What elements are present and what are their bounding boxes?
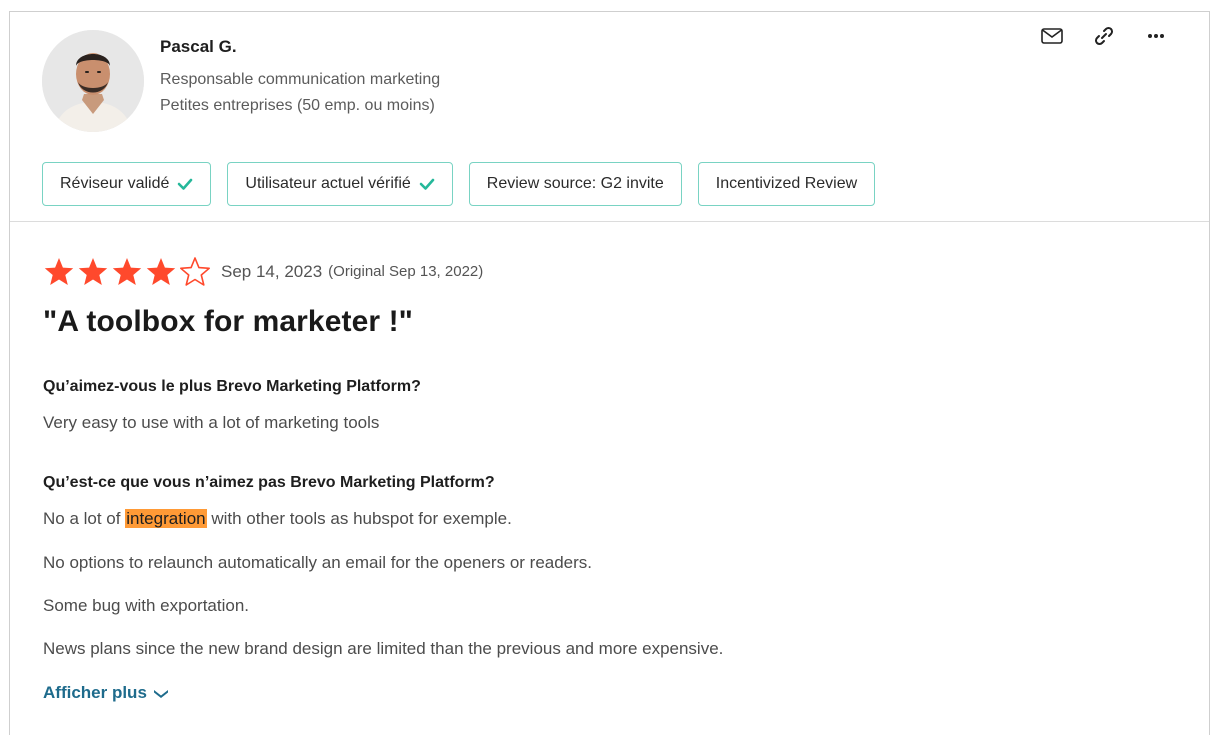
badge-row: Réviseur validé Utilisateur actuel vérif… xyxy=(42,162,876,206)
review-date: Sep 14, 2023 xyxy=(221,261,323,281)
reviewer-role: Responsable communication marketing xyxy=(160,71,441,88)
check-icon xyxy=(419,176,435,192)
check-icon xyxy=(177,176,193,192)
badge-validated-reviewer[interactable]: Réviseur validé xyxy=(42,162,212,206)
link-icon xyxy=(1094,26,1114,46)
badge-verified-current-user[interactable]: Utilisateur actuel vérifié xyxy=(227,162,453,206)
reviewer-segment: Petites entreprises (50 emp. ou moins) xyxy=(160,97,435,114)
original-date: (Original Sep 13, 2022) xyxy=(328,263,484,280)
more-options-button[interactable] xyxy=(1130,24,1182,48)
search-highlight: integration xyxy=(125,509,207,528)
star-empty-icon xyxy=(180,257,210,286)
badge-incentivized[interactable]: Incentivized Review xyxy=(697,162,876,206)
review-actions xyxy=(1026,24,1182,48)
answer-dislikes-line4: News plans since the new brand design ar… xyxy=(43,639,724,658)
avatar-image xyxy=(42,30,144,132)
badge-label: Incentivized Review xyxy=(715,175,858,192)
star-filled-icon xyxy=(44,258,74,285)
mail-button[interactable] xyxy=(1026,24,1078,48)
reviewer-name: Pascal G. xyxy=(160,37,237,56)
star-filled-icon xyxy=(112,258,142,285)
badge-review-source[interactable]: Review source: G2 invite xyxy=(468,162,682,206)
answer-text: with other tools as hubspot for exemple. xyxy=(206,509,512,528)
divider xyxy=(10,221,1209,222)
answer-dislikes-line3: Some bug with exportation. xyxy=(43,596,250,615)
star-filled-icon xyxy=(146,258,176,285)
answer-likes: Very easy to use with a lot of marketing… xyxy=(43,413,380,432)
badge-label: Review source: G2 invite xyxy=(486,175,664,192)
question-dislikes: Qu’est-ce que vous n’aimez pas Brevo Mar… xyxy=(43,474,495,491)
question-likes: Qu’aimez-vous le plus Brevo Marketing Pl… xyxy=(43,378,421,395)
star-rating xyxy=(43,256,211,287)
show-more-label: Afficher plus xyxy=(43,683,147,702)
rating-row: Sep 14, 2023 (Original Sep 13, 2022) xyxy=(43,256,483,287)
more-icon xyxy=(1148,34,1164,38)
answer-text: No a lot of xyxy=(43,509,126,528)
answer-dislikes-line1: No a lot of integration with other tools… xyxy=(43,509,512,529)
chevron-down-icon xyxy=(153,690,168,698)
answer-dislikes-line2: No options to relaunch automatically an … xyxy=(43,553,593,572)
avatar[interactable] xyxy=(42,30,144,132)
mail-icon xyxy=(1041,28,1063,44)
badge-label: Réviseur validé xyxy=(60,175,170,192)
star-filled-icon xyxy=(78,258,108,285)
badge-label: Utilisateur actuel vérifié xyxy=(245,175,411,192)
copy-link-button[interactable] xyxy=(1078,24,1130,48)
review-title: "A toolbox for marketer !" xyxy=(43,305,413,338)
show-more-link[interactable]: Afficher plus xyxy=(43,683,169,703)
review-card: Pascal G. Responsable communication mark… xyxy=(9,11,1210,735)
